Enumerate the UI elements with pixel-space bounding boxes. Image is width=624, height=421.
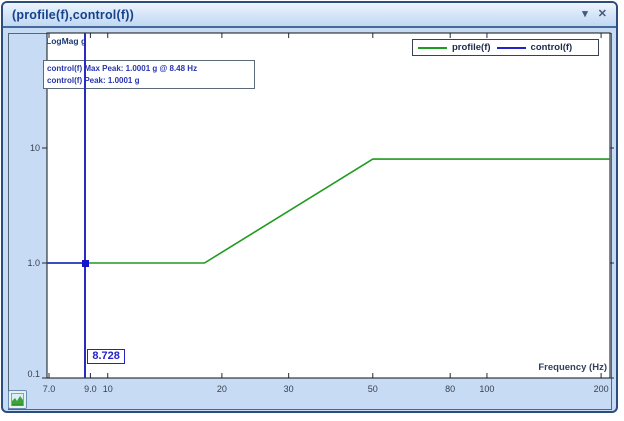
legend-label-control: control(f) bbox=[531, 42, 573, 53]
chart-thumbnail-icon bbox=[11, 393, 24, 406]
svg-text:30: 30 bbox=[284, 384, 294, 394]
svg-text:10: 10 bbox=[30, 143, 40, 153]
svg-text:200: 200 bbox=[594, 384, 609, 394]
svg-text:1.0: 1.0 bbox=[27, 258, 40, 268]
svg-text:0.1: 0.1 bbox=[27, 369, 40, 379]
svg-text:7.0: 7.0 bbox=[43, 384, 56, 394]
chart-thumbnail-button[interactable] bbox=[8, 390, 27, 409]
svg-text:50: 50 bbox=[368, 384, 378, 394]
x-axis-label: Frequency (Hz) bbox=[538, 362, 607, 373]
legend-label-profile: profile(f) bbox=[452, 42, 491, 53]
profile-trace-swatch bbox=[418, 47, 447, 49]
svg-text:100: 100 bbox=[479, 384, 494, 394]
cursor-point-marker bbox=[82, 260, 89, 267]
frequency-cursor-line[interactable] bbox=[84, 33, 86, 378]
peak-annotation: control(f) Peak: 1.0001 g bbox=[47, 75, 251, 87]
svg-text:20: 20 bbox=[217, 384, 227, 394]
svg-text:80: 80 bbox=[445, 384, 455, 394]
cursor-frequency-readout[interactable]: 8.728 bbox=[87, 349, 125, 364]
y-axis-unit-label: LogMag g bbox=[46, 36, 86, 46]
svg-text:9.0: 9.0 bbox=[84, 384, 97, 394]
svg-text:10: 10 bbox=[103, 384, 113, 394]
max-peak-annotation: control(f) Max Peak: 1.0001 g @ 8.48 Hz bbox=[47, 63, 251, 75]
legend: profile(f) control(f) bbox=[412, 39, 599, 56]
peak-annotation-box: control(f) Max Peak: 1.0001 g @ 8.48 Hz … bbox=[43, 60, 255, 89]
control-trace-swatch bbox=[497, 47, 526, 49]
